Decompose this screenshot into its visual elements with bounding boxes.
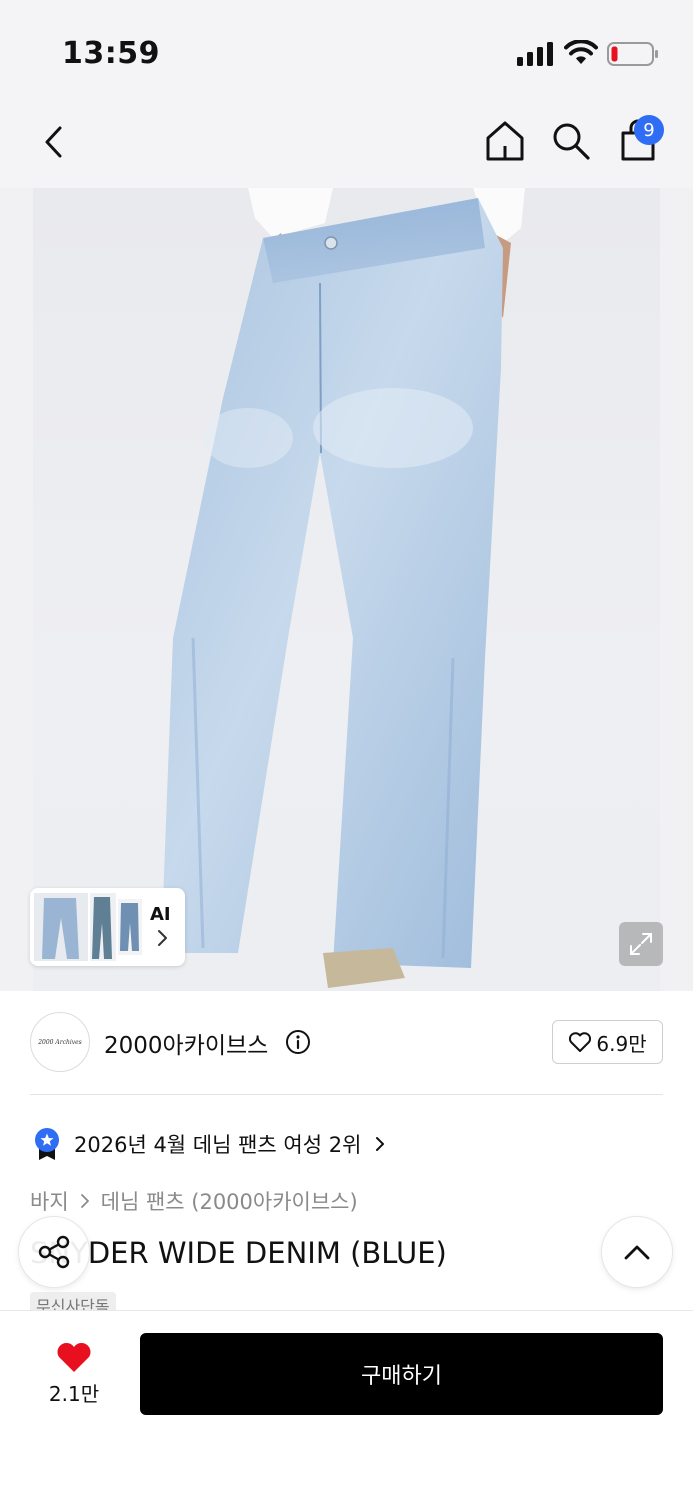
search-button[interactable] — [546, 116, 596, 166]
chevron-right-icon — [80, 1194, 89, 1208]
thumbnail-strip — [34, 893, 142, 961]
product-photo — [33, 188, 660, 991]
home-button[interactable] — [480, 116, 530, 166]
brand-row: 2000 Archives 2000아카이브스 6.9만 — [30, 1012, 663, 1074]
heart-filled-icon — [57, 1342, 91, 1372]
chevron-up-icon — [624, 1245, 650, 1260]
ai-similar-card[interactable]: AI — [30, 888, 185, 966]
chevron-right-icon — [158, 930, 167, 946]
brand-like-count: 6.9만 — [596, 1031, 647, 1056]
buy-button[interactable]: 구매하기 — [140, 1333, 663, 1415]
ranking-badge-icon — [35, 1128, 59, 1160]
expand-image-button[interactable] — [619, 922, 663, 966]
ranking-text: 2026년 4월 데님 팬츠 여성 2위 — [74, 1133, 362, 1157]
wishlist-button[interactable]: 2.1만 — [30, 1330, 118, 1416]
brand-like-button[interactable]: 6.9만 — [552, 1020, 663, 1064]
wifi-icon — [564, 40, 598, 64]
brand-name[interactable]: 2000아카이브스 — [104, 1026, 268, 1060]
product-title: SNYDER WIDE DENIM (BLUE) — [30, 1236, 447, 1270]
search-icon — [553, 123, 590, 160]
jeans-illustration — [161, 188, 525, 988]
scroll-to-top-button[interactable] — [601, 1216, 673, 1288]
cart-count-badge: 9 — [634, 115, 664, 145]
product-image[interactable] — [0, 188, 693, 991]
home-icon — [486, 121, 524, 161]
divider — [30, 1094, 663, 1095]
status-time: 13:59 — [62, 36, 160, 71]
top-bar: 13:59 — [0, 0, 693, 188]
chevron-left-icon — [45, 126, 62, 158]
back-button[interactable] — [30, 118, 78, 166]
ai-label: AI — [150, 904, 171, 925]
wishlist-count: 2.1만 — [48, 1381, 100, 1406]
share-icon — [38, 1235, 70, 1269]
battery-icon — [607, 42, 658, 66]
heart-outline-icon — [569, 1032, 592, 1052]
breadcrumb: 바지 데님 팬츠 (2000아카이브스) — [30, 1186, 358, 1216]
brand-logo[interactable]: 2000 Archives — [30, 1012, 90, 1072]
info-icon[interactable] — [285, 1029, 311, 1055]
breadcrumb-category[interactable]: 바지 — [30, 1186, 69, 1216]
expand-icon — [630, 933, 652, 955]
cellular-signal-icon — [517, 42, 553, 66]
chevron-right-icon — [376, 1137, 385, 1151]
breadcrumb-subcategory[interactable]: 데님 팬츠 (2000아카이브스) — [101, 1186, 358, 1216]
ranking-link[interactable]: 2026년 4월 데님 팬츠 여성 2위 — [33, 1124, 387, 1164]
brand-logo-text: 2000 Archives — [38, 1038, 82, 1046]
share-button[interactable] — [18, 1216, 90, 1288]
